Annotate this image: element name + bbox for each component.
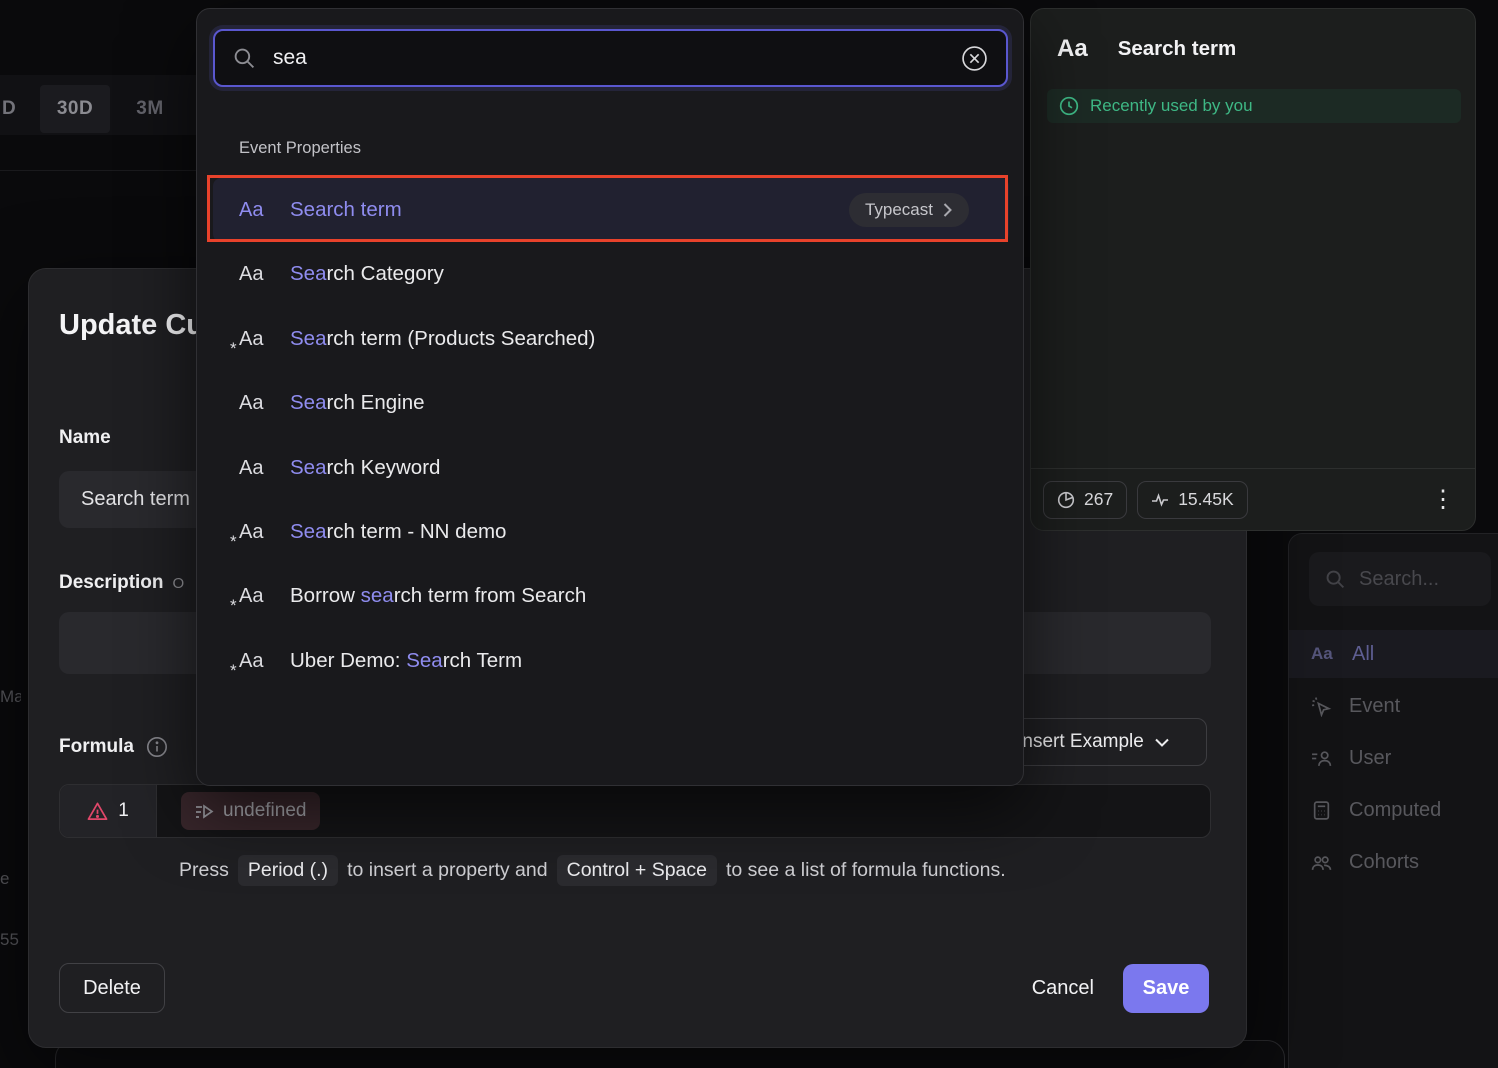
dropdown-search-input[interactable] [273,46,944,70]
time-range-toolbar: D 30D 3M [0,75,196,135]
text-property-icon: Aa [239,457,271,480]
chart-axis-fragment: May [0,687,21,707]
save-button[interactable]: Save [1123,964,1209,1013]
chart-axis-fragment: e [0,869,10,889]
sidebar-item-computed[interactable]: Computed [1289,786,1498,834]
formula-editor[interactable]: 1 undefined [59,784,1211,838]
property-item-search-category[interactable]: Aa Search Category [213,242,1009,306]
chevron-right-icon [942,202,953,218]
calculator-icon [1311,800,1332,821]
app-screen: D 30D 3M May e 55 Aa All Event User Comp… [0,0,1498,1068]
instructions-text: to insert a property and [347,859,548,882]
time-range-button-7d[interactable]: D [2,85,32,133]
sidebar-item-label: All [1352,643,1374,666]
activity-icon [1151,491,1169,509]
kbd-control-space: Control + Space [557,855,717,886]
time-range-button-30d[interactable]: 30D [40,85,110,133]
custom-text-property-icon: Aa* [239,328,271,351]
kbd-period: Period (.) [238,855,338,886]
cancel-button[interactable]: Cancel [1032,963,1094,1013]
formula-label: Formula [59,736,134,758]
sidebar-item-event[interactable]: Event [1289,682,1498,730]
custom-text-property-icon: Aa* [239,521,271,544]
sidebar-search-input[interactable] [1359,568,1469,591]
formula-instructions: Press Period (.) to insert a property an… [179,855,1006,886]
error-count-value: 1 [118,800,129,822]
delete-button[interactable]: Delete [59,963,165,1013]
info-icon[interactable] [146,736,168,758]
typecast-button[interactable]: Typecast [849,193,969,227]
text-property-icon: Aa [239,263,271,286]
text-property-icon: Aa [239,392,271,415]
property-item-search-term[interactable]: Aa Search term Typecast [213,178,1009,242]
search-icon [233,47,256,70]
property-item-search-term-nn-demo[interactable]: Aa* Search term - NN demo [213,500,1009,564]
property-detail-panel: Aa Search term Recently used by you 267 … [1030,8,1476,531]
instructions-text: Press [179,859,229,882]
property-item-uber-demo-search-term[interactable]: Aa* Uber Demo: Search Term [213,629,1009,693]
sidebar-item-label: User [1349,747,1391,770]
formula-property-icon [195,802,214,821]
formula-label-row: Formula [59,736,168,758]
pie-chart-icon [1057,491,1075,509]
time-range-button-3m[interactable]: 3M [128,85,172,133]
text-property-icon: Aa [239,199,271,222]
sidebar-item-label: Event [1349,695,1400,718]
stat-value: 267 [1084,489,1113,510]
recently-used-badge: Recently used by you [1047,89,1461,123]
description-label: Description [59,572,164,594]
property-item-search-term-products[interactable]: Aa* Search term (Products Searched) [213,307,1009,371]
property-item-search-engine[interactable]: Aa Search Engine [213,371,1009,435]
description-label-row: Description O [59,572,184,594]
insert-example-label: Insert Example [1017,731,1144,753]
property-item-search-keyword[interactable]: Aa Search Keyword [213,436,1009,500]
cursor-click-icon [1311,696,1332,717]
warning-icon [87,801,108,822]
name-label: Name [59,427,111,449]
clock-icon [1059,96,1079,116]
detail-footer: 267 15.45K ⋮ [1031,468,1475,530]
dropdown-search-field[interactable] [213,29,1008,87]
clear-search-icon[interactable] [961,45,988,72]
undefined-property-token[interactable]: undefined [181,792,320,830]
sidebar-item-all[interactable]: Aa All [1289,630,1498,678]
description-optional-hint: O [173,575,185,592]
sidebar-item-label: Cohorts [1349,851,1419,874]
custom-text-property-icon: Aa* [239,650,271,673]
property-item-borrow-search-term[interactable]: Aa* Borrow search term from Search [213,564,1009,628]
custom-text-property-icon: Aa* [239,585,271,608]
property-filter-sidebar: Aa All Event User Computed Cohorts [1288,533,1498,1068]
chevron-down-icon [1155,738,1169,747]
instructions-text: to see a list of formula functions. [726,859,1006,882]
chart-axis-fragment: 55 [0,930,27,950]
stat-value: 15.45K [1178,489,1233,510]
kebab-menu-icon[interactable]: ⋮ [1431,488,1455,512]
section-header-event-properties: Event Properties [239,139,361,158]
formula-error-count[interactable]: 1 [60,785,157,837]
cardinality-stat-pill[interactable]: 267 [1043,481,1127,519]
user-icon [1311,748,1332,769]
search-icon [1325,569,1346,590]
volume-stat-pill[interactable]: 15.45K [1137,481,1247,519]
detail-header: Aa Search term [1057,35,1236,63]
text-type-icon: Aa [1311,644,1335,664]
text-type-icon: Aa [1057,35,1088,63]
sidebar-item-user[interactable]: User [1289,734,1498,782]
sidebar-item-cohorts[interactable]: Cohorts [1289,838,1498,886]
typecast-label: Typecast [865,200,933,220]
sidebar-search-field[interactable] [1309,552,1491,606]
detail-title: Search term [1118,37,1237,61]
token-label: undefined [223,800,306,822]
property-search-dropdown: Event Properties Aa Search term Typecast… [196,8,1024,786]
sidebar-item-label: Computed [1349,799,1441,822]
toolbar-divider [0,170,196,171]
people-icon [1311,852,1332,873]
modal-title: Update Cu [59,309,204,342]
recently-used-label: Recently used by you [1090,96,1253,116]
